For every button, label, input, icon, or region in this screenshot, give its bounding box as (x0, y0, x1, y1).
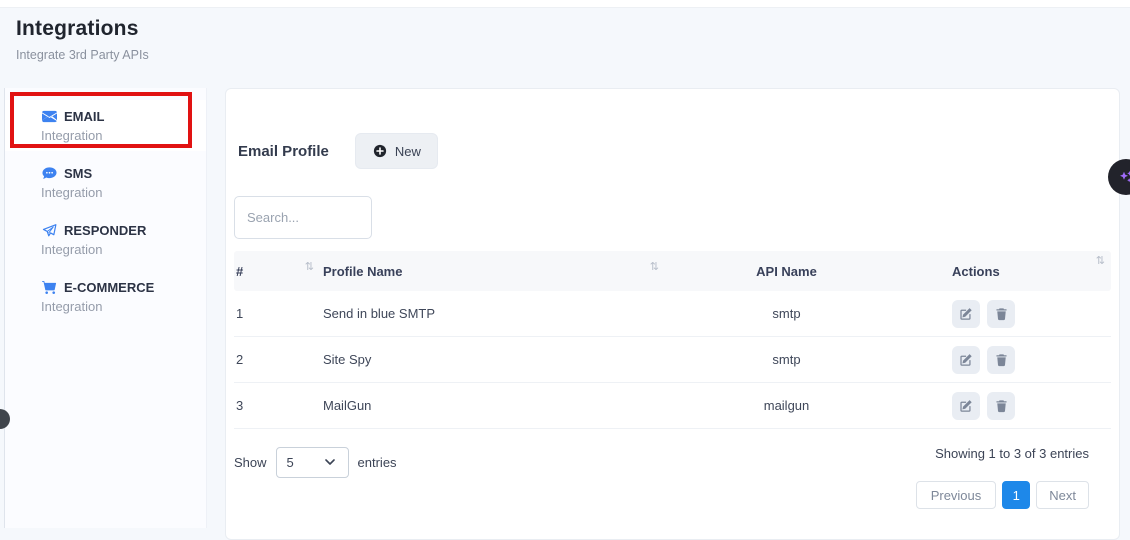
entries-per-page-select[interactable]: 5 (276, 447, 349, 478)
shopping-cart-icon (41, 279, 57, 295)
table-header-row: # ⇅ Profile Name ⇅ API Name Actions ⇅ (234, 251, 1111, 291)
envelope-icon (41, 108, 57, 124)
row-index: 3 (236, 398, 243, 413)
edit-button[interactable] (952, 346, 980, 374)
sort-icon[interactable]: ⇅ (650, 260, 659, 273)
sparkles-icon (1118, 169, 1130, 185)
edit-button[interactable] (952, 392, 980, 420)
column-header-label: Profile Name (323, 264, 402, 279)
selected-page-size: 5 (287, 455, 294, 470)
new-profile-button[interactable]: New (355, 133, 438, 169)
edit-button[interactable] (952, 300, 980, 328)
column-header-num[interactable]: # ⇅ (234, 264, 314, 279)
sidebar-item-sublabel: Integration (41, 185, 198, 200)
page-title: Integrations (16, 17, 149, 41)
edit-icon (958, 306, 974, 322)
column-header-label: Actions (952, 264, 1000, 279)
sidebar-item-label: SMS (64, 166, 92, 181)
column-header-profile-name[interactable]: Profile Name ⇅ (314, 264, 659, 279)
next-page-button[interactable]: Next (1036, 481, 1089, 509)
sidebar-item-label: EMAIL (64, 109, 104, 124)
sidebar-item-sublabel: Integration (41, 299, 198, 314)
sidebar-item-sms[interactable]: SMS Integration (5, 157, 206, 208)
delete-button[interactable] (987, 392, 1015, 420)
panel-header: Email Profile New (238, 133, 438, 169)
profile-name: MailGun (323, 398, 371, 413)
row-index: 2 (236, 352, 243, 367)
column-header-label: API Name (756, 264, 817, 279)
pagination: Previous 1 Next (916, 481, 1089, 509)
table-row: 1 Send in blue SMTP smtp (234, 291, 1111, 337)
profiles-table: # ⇅ Profile Name ⇅ API Name Actions ⇅ 1 … (234, 251, 1111, 429)
sms-bubble-icon (41, 165, 57, 181)
edit-icon (958, 352, 974, 368)
row-index: 1 (236, 306, 243, 321)
page-header: Integrations Integrate 3rd Party APIs (16, 17, 149, 62)
show-label: Show (234, 455, 267, 470)
edit-icon (958, 398, 974, 414)
api-name: smtp (659, 352, 914, 367)
trash-icon (993, 398, 1009, 414)
entries-label: entries (358, 455, 397, 470)
sidebar-item-label: RESPONDER (64, 223, 146, 238)
integrations-sidebar: EMAIL Integration SMS Integration RESPON… (4, 88, 207, 528)
column-header-api-name[interactable]: API Name (659, 264, 914, 279)
sidebar-item-responder[interactable]: RESPONDER Integration (5, 214, 206, 265)
sidebar-item-label: E-COMMERCE (64, 280, 154, 295)
showing-entries-text: Showing 1 to 3 of 3 entries (935, 446, 1089, 461)
paper-plane-icon (41, 222, 57, 238)
sort-icon[interactable]: ⇅ (305, 260, 314, 273)
previous-page-button[interactable]: Previous (916, 481, 997, 509)
page-subtitle: Integrate 3rd Party APIs (16, 48, 149, 62)
plus-circle-icon (372, 143, 388, 159)
top-divider (0, 0, 1130, 8)
search-input[interactable] (234, 196, 372, 239)
sidebar-item-ecommerce[interactable]: E-COMMERCE Integration (5, 271, 206, 322)
sidebar-item-sublabel: Integration (41, 128, 198, 143)
delete-button[interactable] (987, 300, 1015, 328)
trash-icon (993, 306, 1009, 322)
api-name: mailgun (659, 398, 914, 413)
column-header-label: # (236, 264, 243, 279)
chevron-down-icon (322, 455, 338, 471)
table-row: 2 Site Spy smtp (234, 337, 1111, 383)
sort-icon[interactable]: ⇅ (1096, 254, 1105, 267)
api-name: smtp (659, 306, 914, 321)
delete-button[interactable] (987, 346, 1015, 374)
current-page-button[interactable]: 1 (1002, 481, 1030, 509)
sidebar-item-sublabel: Integration (41, 242, 198, 257)
trash-icon (993, 352, 1009, 368)
new-button-label: New (395, 144, 421, 159)
column-header-actions[interactable]: Actions ⇅ (914, 264, 1111, 279)
profile-name: Site Spy (323, 352, 371, 367)
sidebar-item-email[interactable]: EMAIL Integration (5, 100, 206, 151)
profile-name: Send in blue SMTP (323, 306, 435, 321)
panel-title: Email Profile (238, 143, 329, 160)
page-size-control: Show 5 entries (234, 447, 397, 478)
email-profile-panel: Email Profile New # ⇅ Profile Name ⇅ API… (225, 88, 1120, 540)
table-row: 3 MailGun mailgun (234, 383, 1111, 429)
